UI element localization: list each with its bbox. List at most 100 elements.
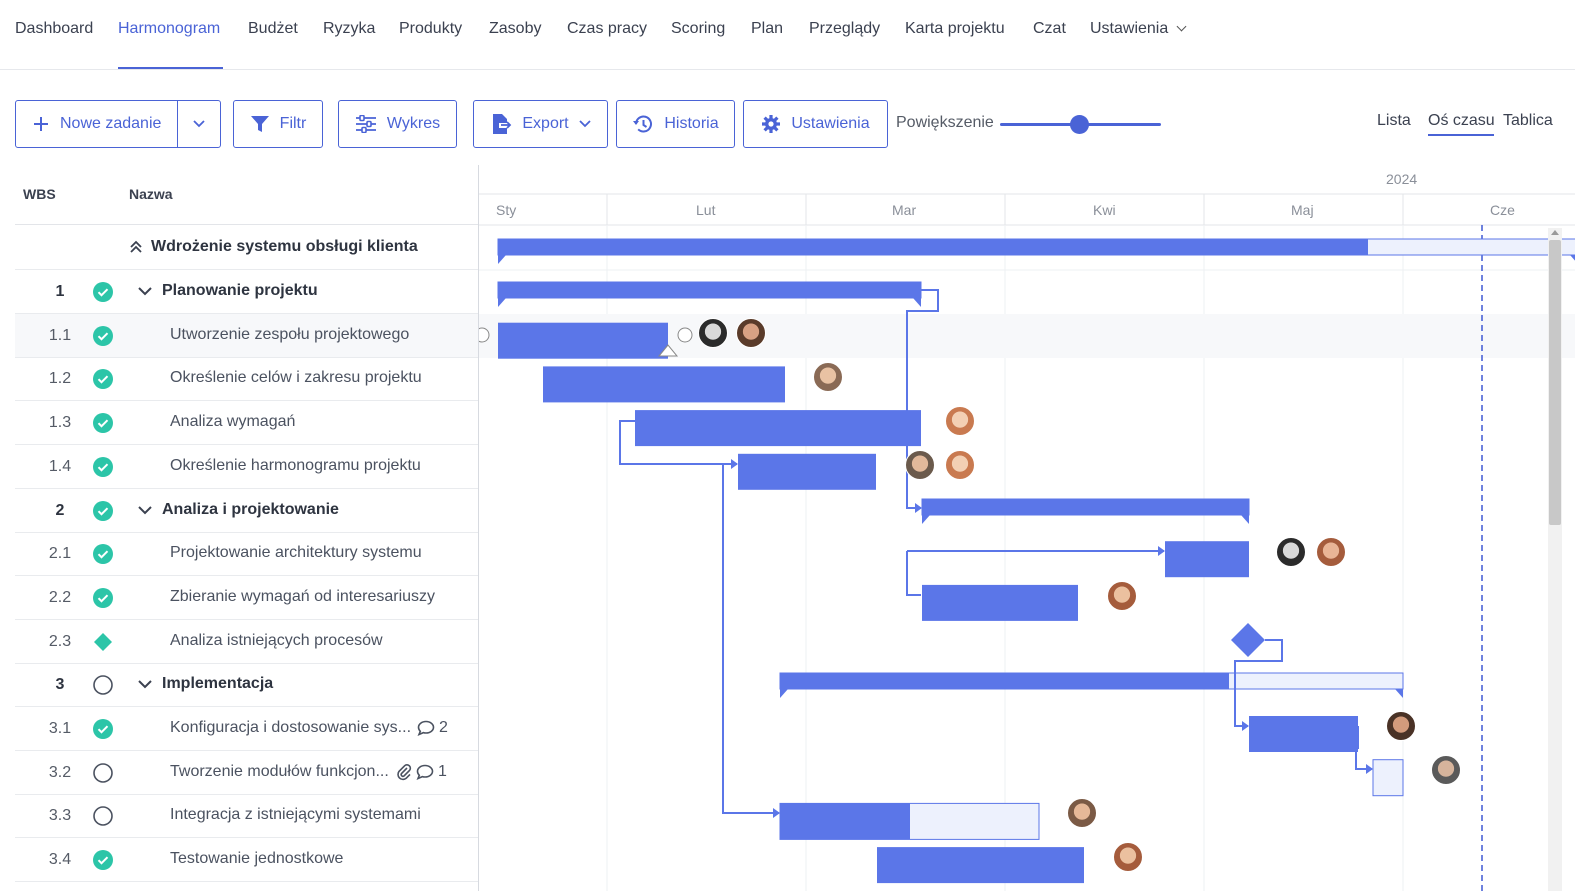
- avatar[interactable]: [945, 450, 975, 480]
- task-row[interactable]: 1.2 Określenie celów i zakresu projektu: [15, 357, 478, 402]
- avatar[interactable]: [905, 450, 935, 480]
- view-os-czasu[interactable]: Oś czasu: [1428, 112, 1495, 130]
- nav-karta-projektu[interactable]: Karta projektu: [905, 20, 1005, 38]
- scrollbar-thumb[interactable]: [1549, 240, 1561, 525]
- task-row[interactable]: 3.1 Konfiguracja i dostosowanie sys... 2: [15, 707, 478, 751]
- task-1-3-bar[interactable]: [635, 410, 921, 447]
- nav-harmonogram[interactable]: Harmonogram: [118, 20, 220, 38]
- nav-budzet[interactable]: Budżet: [248, 20, 298, 38]
- avatar[interactable]: [1316, 537, 1346, 567]
- task-row[interactable]: 2.2 Zbieranie wymagań od interesariuszy: [15, 576, 478, 620]
- task-3-4-bar[interactable]: [877, 847, 1084, 884]
- nav-przeglady[interactable]: Przeglądy: [809, 20, 880, 38]
- chevron-down-icon[interactable]: [137, 504, 153, 516]
- group-row[interactable]: 1 Planowanie projektu: [15, 270, 478, 314]
- avatar[interactable]: [736, 318, 766, 348]
- check-circle-icon[interactable]: [93, 369, 113, 390]
- export-button[interactable]: Export: [473, 100, 608, 148]
- view-tablica[interactable]: Tablica: [1503, 112, 1553, 130]
- task-row[interactable]: 1.4 Określenie harmonogramu projektu: [15, 445, 478, 489]
- task-3-3-bar[interactable]: [780, 803, 910, 840]
- plus-icon: [34, 117, 48, 131]
- nav-czat[interactable]: Czat: [1033, 20, 1066, 38]
- check-circle-icon[interactable]: [93, 719, 113, 739]
- group-1-summary-bar-cap-left[interactable]: [498, 298, 506, 307]
- group-row[interactable]: 2 Analiza i projektowanie: [15, 489, 478, 533]
- nav-produkty[interactable]: Produkty: [399, 20, 462, 38]
- group-3-summary-bar-cap-right[interactable]: [1395, 689, 1403, 698]
- open-circle-icon[interactable]: [93, 762, 113, 783]
- task-row[interactable]: 2.1 Projektowanie architektury systemu: [15, 532, 478, 577]
- task-row[interactable]: 2.3 Analiza istniejących procesów: [15, 620, 478, 664]
- project-summary-bar[interactable]: [498, 239, 1368, 255]
- comment-icon[interactable]: [416, 764, 434, 780]
- group-1-summary-bar-cap-right[interactable]: [913, 298, 921, 307]
- chevron-down-icon[interactable]: [137, 285, 153, 297]
- milestone-diamond-icon[interactable]: [93, 632, 113, 652]
- avatar[interactable]: [1107, 581, 1137, 611]
- task-row[interactable]: 1.1 Utworzenie zespołu projektowego: [15, 313, 478, 358]
- group-3-summary-bar-cap-left[interactable]: [780, 689, 788, 698]
- open-circle-icon[interactable]: [93, 806, 113, 827]
- avatar[interactable]: [945, 406, 975, 436]
- open-circle-icon[interactable]: [93, 675, 113, 696]
- task-row[interactable]: 3.4 Testowanie jednostkowe: [15, 838, 478, 883]
- column-name[interactable]: Nazwa: [129, 186, 173, 202]
- check-circle-icon[interactable]: [93, 544, 113, 565]
- group-row[interactable]: 3 Implementacja: [15, 663, 478, 708]
- history-button[interactable]: Historia: [616, 100, 735, 148]
- task-row[interactable]: 3.3 Integracja z istniejącymi systemami: [15, 794, 478, 839]
- task-2-2-bar[interactable]: [922, 584, 1078, 621]
- nav-scoring[interactable]: Scoring: [671, 20, 725, 38]
- group-2-summary-bar-cap-right[interactable]: [1241, 515, 1249, 524]
- task-1-1-bar[interactable]: [498, 322, 668, 359]
- nav-zasoby[interactable]: Zasoby: [489, 20, 541, 38]
- check-circle-icon[interactable]: [93, 456, 113, 477]
- check-circle-icon[interactable]: [93, 413, 113, 434]
- group-1-summary-bar[interactable]: [498, 282, 921, 298]
- avatar[interactable]: [1276, 537, 1306, 567]
- task-row[interactable]: 3.2 Tworzenie modułów funkcjon... 1: [15, 751, 478, 795]
- check-circle-icon[interactable]: [93, 850, 113, 871]
- collapse-all-icon[interactable]: [129, 240, 143, 254]
- project-summary-bar-cap-right[interactable]: [1570, 255, 1575, 264]
- check-circle-icon[interactable]: [93, 325, 113, 346]
- avatar[interactable]: [698, 318, 728, 348]
- group-3-summary-bar[interactable]: [780, 673, 1229, 689]
- new-task-dropdown-button[interactable]: [178, 100, 220, 148]
- task-3-2-bar[interactable]: [1372, 759, 1404, 797]
- task-row[interactable]: 1.3 Analiza wymagań: [15, 401, 478, 446]
- check-circle-icon[interactable]: [93, 500, 113, 521]
- milestone-2-3-bar[interactable]: [1231, 623, 1265, 657]
- check-circle-icon[interactable]: [93, 587, 113, 608]
- nav-dashboard[interactable]: Dashboard: [15, 20, 93, 38]
- view-lista[interactable]: Lista: [1377, 112, 1411, 130]
- task-1-4-bar[interactable]: [738, 453, 876, 490]
- group-2-summary-bar[interactable]: [922, 499, 1249, 515]
- group-2-summary-bar-cap-left[interactable]: [922, 515, 930, 524]
- nav-plan[interactable]: Plan: [751, 20, 783, 38]
- task-1-2-bar[interactable]: [543, 366, 785, 403]
- settings-button[interactable]: Ustawienia: [743, 100, 888, 148]
- task-2-1-bar[interactable]: [1165, 541, 1249, 578]
- nav-ustawienia[interactable]: Ustawienia: [1090, 20, 1187, 38]
- comment-icon[interactable]: [417, 720, 435, 736]
- chevron-down-icon[interactable]: [137, 678, 153, 690]
- project-summary-bar-cap-left[interactable]: [498, 255, 506, 264]
- chart-button[interactable]: Wykres: [338, 100, 457, 148]
- avatar[interactable]: [1431, 755, 1461, 785]
- nav-ryzyka[interactable]: Ryzyka: [323, 20, 375, 38]
- project-row[interactable]: Wdrożenie systemu obsługi klienta: [15, 226, 478, 270]
- filter-button[interactable]: Filtr: [233, 100, 323, 148]
- nav-czas-pracy[interactable]: Czas pracy: [567, 20, 647, 38]
- check-circle-icon[interactable]: [93, 282, 113, 302]
- zoom-slider-handle[interactable]: [1070, 115, 1089, 134]
- avatar[interactable]: [1067, 798, 1097, 828]
- avatar[interactable]: [1113, 842, 1143, 872]
- avatar[interactable]: [813, 362, 843, 392]
- paperclip-icon[interactable]: [396, 763, 412, 781]
- task-3-1-bar[interactable]: [1249, 716, 1358, 752]
- scroll-up-icon[interactable]: [1551, 230, 1559, 235]
- avatar[interactable]: [1386, 711, 1416, 741]
- column-wbs[interactable]: WBS: [23, 186, 56, 202]
